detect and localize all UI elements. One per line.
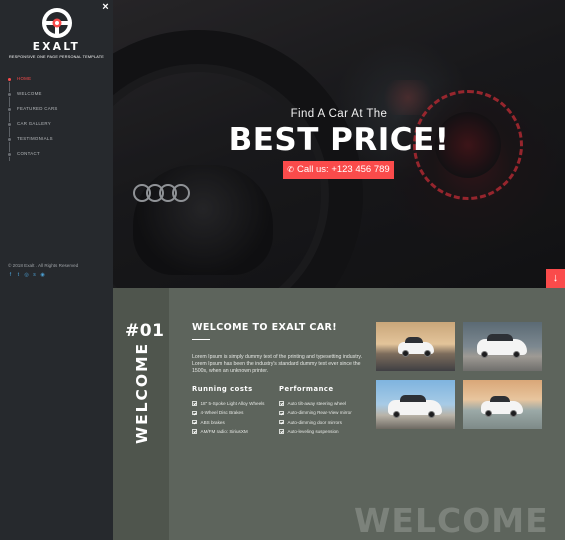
- nav-item-featured-cars[interactable]: FEATURED CARS: [0, 104, 113, 116]
- nav-item-contact[interactable]: CONTACT: [0, 149, 113, 161]
- list-item: ABS brakes: [192, 418, 282, 427]
- nav-dot: [7, 122, 12, 127]
- checkbox-icon: [279, 429, 284, 434]
- nav-label: WELCOME: [17, 91, 42, 96]
- nav-label: FEATURED CARS: [17, 106, 58, 111]
- checkbox-icon: [192, 419, 197, 425]
- list-item: Auto-leveling suspension: [279, 427, 369, 436]
- list-item: AM/FM radio: SiriusXM: [192, 427, 282, 436]
- checkbox-icon: [279, 410, 284, 416]
- call-us-button[interactable]: ✆ Call us: +123 456 789: [283, 161, 394, 179]
- phone-icon: ✆: [287, 165, 294, 174]
- nav-item-testimonials[interactable]: TESTIMONIALS: [0, 134, 113, 146]
- checkbox-icon: [279, 401, 284, 406]
- nav-dot: [7, 152, 12, 157]
- checkbox-icon: [192, 429, 197, 434]
- facebook-icon[interactable]: f: [8, 273, 13, 278]
- sidebar: × EXALT RESPONSIVE ONE PAGE PERSONAL TEM…: [0, 0, 113, 540]
- main-nav: HOME WELCOME FEATURED CARS CAR GALLERY T…: [0, 74, 113, 164]
- twitter-icon[interactable]: t: [16, 273, 21, 278]
- hero-subtitle: Find A Car At The: [290, 108, 388, 120]
- steering-wheel-logo-icon: [41, 8, 72, 38]
- welcome-text: Lorem Ipsum is simply dummy text of the …: [192, 354, 363, 374]
- brand-tagline: RESPONSIVE ONE PAGE PERSONAL TEMPLATE: [8, 55, 105, 59]
- section-number: #01: [125, 321, 165, 341]
- title-divider: [192, 339, 210, 340]
- background-word: WELCOME: [354, 501, 549, 540]
- social-links: f t ◎ s ◉: [8, 273, 45, 278]
- skype-icon[interactable]: s: [32, 273, 37, 278]
- nav-label: CAR GALLERY: [17, 121, 51, 126]
- instagram-icon[interactable]: ◎: [24, 273, 29, 278]
- section-vertical-label: WELCOME: [133, 341, 151, 444]
- arrow-down-icon[interactable]: ↓: [546, 269, 565, 288]
- car-image[interactable]: [376, 380, 455, 429]
- nav-item-welcome[interactable]: WELCOME: [0, 89, 113, 101]
- running-costs-title: Running costs: [192, 385, 253, 393]
- nav-dot: [7, 77, 12, 82]
- nav-dot: [7, 137, 12, 142]
- checkbox-icon: [192, 410, 197, 416]
- welcome-title: WELCOME TO EXALT CAR!: [192, 322, 337, 333]
- dribbble-icon[interactable]: ◉: [40, 273, 45, 278]
- performance-title: Performance: [279, 385, 334, 393]
- hero-title: BEST PRICE!: [228, 122, 450, 158]
- nav-dot: [7, 92, 12, 97]
- list-item: Auto tilt-away steering wheel: [279, 399, 369, 408]
- nav-label: TESTIMONIALS: [17, 136, 53, 141]
- section-side-column: #01 WELCOME: [113, 288, 169, 540]
- copyright-text: © 2018 Exalt . All Rights Reserved: [8, 263, 79, 268]
- checkbox-icon: [279, 419, 284, 425]
- hero-section: Find A Car At The BEST PRICE! ✆ Call us: …: [113, 0, 565, 288]
- list-item: 18" 5-Spoke Light Alloy Wheels: [192, 399, 282, 408]
- nav-label: HOME: [17, 76, 32, 81]
- logo[interactable]: EXALT RESPONSIVE ONE PAGE PERSONAL TEMPL…: [0, 6, 113, 59]
- nav-dot: [7, 107, 12, 112]
- performance-list: Performance Auto tilt-away steering whee…: [279, 385, 369, 436]
- call-us-label: Call us: +123 456 789: [297, 164, 390, 175]
- nav-item-home[interactable]: HOME: [0, 74, 113, 86]
- car-image[interactable]: [376, 322, 455, 371]
- brand-name: EXALT: [32, 41, 81, 53]
- page: × EXALT RESPONSIVE ONE PAGE PERSONAL TEM…: [0, 0, 565, 540]
- nav-item-car-gallery[interactable]: CAR GALLERY: [0, 119, 113, 131]
- nav-label: CONTACT: [17, 151, 40, 156]
- checkbox-icon: [192, 401, 197, 406]
- welcome-section: #01 WELCOME WELCOME WELCOME TO EXALT CAR…: [113, 288, 565, 540]
- car-image[interactable]: [463, 322, 542, 371]
- list-item: Auto-dimming Rear-View mirror: [279, 408, 369, 417]
- running-costs-list: Running costs 18" 5-Spoke Light Alloy Wh…: [192, 385, 282, 436]
- list-item: 4-Wheel Disc Brakes: [192, 408, 282, 417]
- car-image[interactable]: [463, 380, 542, 429]
- list-item: Auto-dimming door mirrors: [279, 418, 369, 427]
